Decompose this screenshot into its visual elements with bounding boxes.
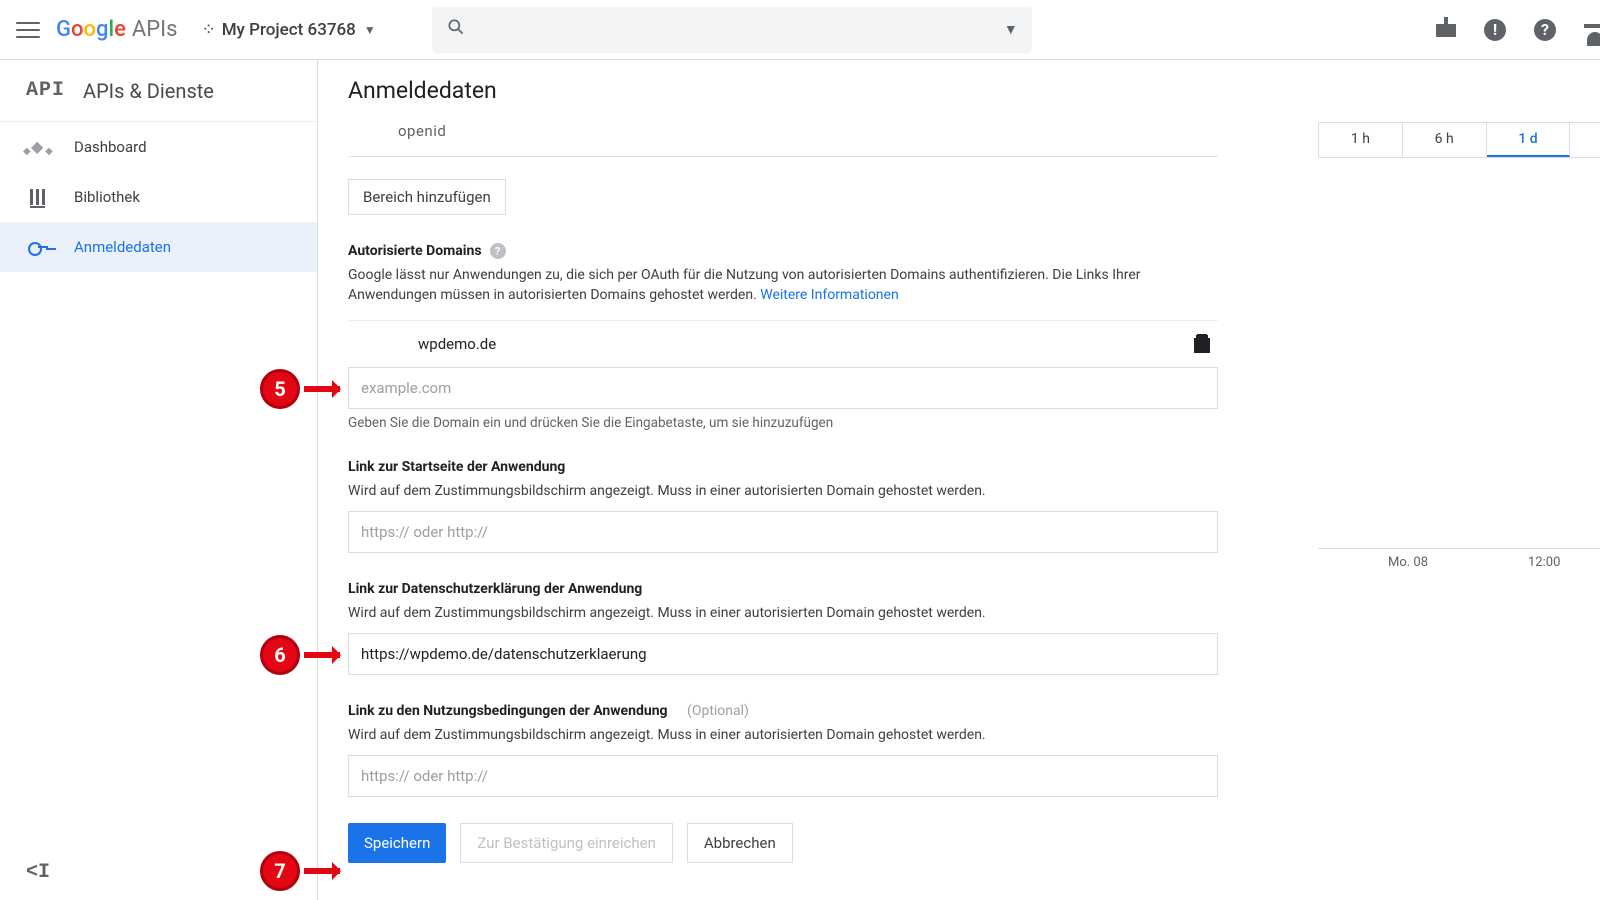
authorized-domains-desc: Google lässt nur Anwendungen zu, die sic… [348,265,1218,306]
home-link-input[interactable] [348,511,1218,553]
gift-icon[interactable] [1436,17,1456,43]
project-name: My Project 63768 [222,20,356,40]
search-icon [446,17,466,42]
page-title: Anmeldedaten [318,60,1600,122]
logo-suffix: APIs [132,17,178,42]
time-range-1h[interactable]: 1 h [1319,123,1403,157]
callout-badge-7: 7 [260,851,300,891]
time-range-7d[interactable]: 7 d [1570,123,1600,157]
sidebar-item-dashboard[interactable]: Dashboard [0,122,317,172]
time-range-1d[interactable]: 1 d [1487,123,1571,157]
chart-axis: 0 Mo. 08 12:00 [1318,548,1600,588]
domain-row: wpdemo.de [348,320,1218,367]
sidebar-item-label: Dashboard [74,138,147,156]
sidebar-item-label: Bibliothek [74,188,140,206]
callout-arrow [304,386,340,392]
dropdown-icon: ▼ [364,23,376,37]
privacy-link-label: Link zur Datenschutzerklärung der Anwend… [348,581,1218,597]
domain-input[interactable] [348,367,1218,409]
callout-arrow [304,868,340,874]
menu-icon[interactable] [16,18,40,42]
help-icon[interactable]: ? [1534,19,1556,41]
privacy-link-input[interactable] [348,633,1218,675]
service-title-label: APIs & Dienste [83,79,214,103]
project-icon: ⁘ [201,20,213,40]
help-icon[interactable]: ? [490,243,506,259]
dashboard-icon [28,140,48,154]
scope-openid: openid [348,122,1218,157]
more-info-link[interactable]: Weitere Informationen [760,287,898,303]
cancel-button[interactable]: Abbrechen [687,823,793,863]
library-icon [28,189,48,205]
key-icon [28,242,48,252]
callout-badge-5: 5 [260,369,300,409]
delete-icon[interactable] [1194,335,1210,353]
domain-value: wpdemo.de [418,335,496,353]
service-title: API APIs & Dienste [0,60,317,122]
home-link-desc: Wird auf dem Zustimmungsbildschirm angez… [348,481,1218,501]
time-range-selector: 1 h 6 h 1 d 7 d 30 d [1318,122,1600,158]
terms-link-label: Link zu den Nutzungsbedingungen der Anwe… [348,703,1218,719]
submit-verification-button: Zur Bestätigung einreichen [460,823,672,863]
privacy-link-desc: Wird auf dem Zustimmungsbildschirm angez… [348,603,1218,623]
terms-link-input[interactable] [348,755,1218,797]
chart-x-tick: Mo. 08 [1388,555,1428,570]
save-button[interactable]: Speichern [348,823,446,863]
terms-link-desc: Wird auf dem Zustimmungsbildschirm angez… [348,725,1218,745]
project-picker[interactable]: ⁘ My Project 63768 ▼ [201,20,375,40]
add-scope-button[interactable]: Bereich hinzufügen [348,179,506,215]
authorized-domains-label: Autorisierte Domains ? [348,243,1218,259]
callout-arrow [304,652,340,658]
sidebar-item-library[interactable]: Bibliothek [0,172,317,222]
domain-input-hint: Geben Sie die Domain ein und drücken Sie… [348,415,1218,431]
google-apis-logo[interactable]: Google APIs [56,17,177,42]
time-range-6h[interactable]: 6 h [1403,123,1487,157]
search-box[interactable]: ▼ [432,7,1032,53]
home-link-label: Link zur Startseite der Anwendung [348,459,1218,475]
sidebar-item-label: Anmeldedaten [74,238,171,256]
chart-x-tick: 12:00 [1528,555,1560,570]
callout-badge-6: 6 [260,635,300,675]
sidebar-item-credentials[interactable]: Anmeldedaten [0,222,317,272]
search-dropdown-icon: ▼ [1004,21,1018,38]
api-icon: API [26,79,65,102]
alert-icon[interactable]: ! [1484,19,1506,41]
